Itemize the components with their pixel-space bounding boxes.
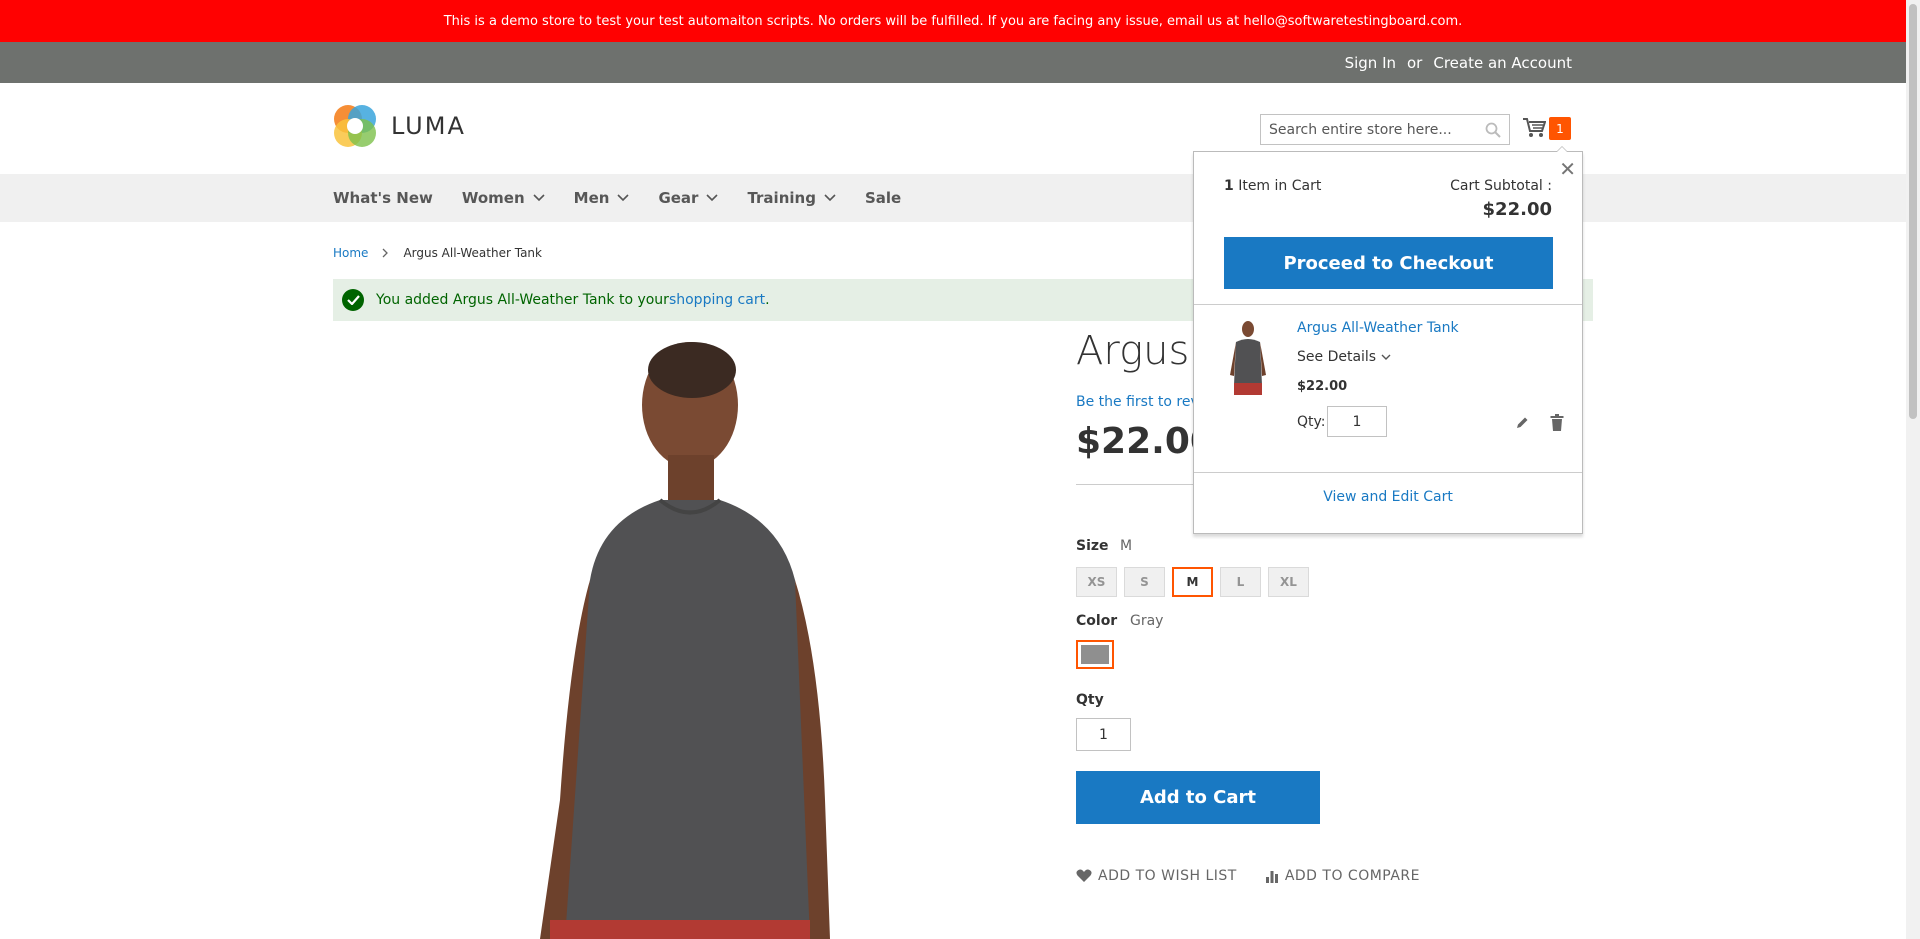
size-selected-value: M: [1120, 538, 1133, 554]
minicart-item-price: $22.00: [1297, 379, 1348, 394]
size-option-xs[interactable]: XS: [1076, 567, 1117, 597]
logo-text: LUMA: [391, 112, 466, 140]
main-nav: What's New Women Men Gear Training Sale: [0, 174, 1906, 222]
or-text: or: [1407, 54, 1423, 72]
heart-icon: [1076, 869, 1092, 882]
divider: [1194, 472, 1582, 473]
nav-item-training[interactable]: Training: [747, 189, 836, 207]
product-image[interactable]: [520, 330, 920, 939]
nav-item-label: Gear: [658, 189, 699, 207]
size-option-xl[interactable]: XL: [1268, 567, 1309, 597]
minicart-item-name[interactable]: Argus All-Weather Tank: [1297, 320, 1459, 336]
qty-input[interactable]: 1: [1076, 718, 1131, 751]
search-input[interactable]: Search entire store here...: [1260, 114, 1510, 145]
color-label: Color: [1076, 613, 1118, 629]
nav-item-label: Sale: [864, 189, 902, 207]
minicart-dropdown: ✕ 1 Item in Cart Cart Subtotal : $22.00 …: [1193, 146, 1583, 534]
nav-item-women[interactable]: Women: [462, 189, 545, 207]
chevron-down-icon: [706, 194, 719, 202]
view-and-edit-cart-link[interactable]: View and Edit Cart: [1194, 489, 1582, 505]
minicart-count-suffix: Item in Cart: [1233, 178, 1322, 194]
breadcrumb-home[interactable]: Home: [333, 246, 368, 260]
chevron-down-icon: [1381, 354, 1391, 360]
add-to-cart-button[interactable]: Add to Cart: [1076, 771, 1320, 824]
scrollbar-thumb[interactable]: [1909, 4, 1917, 419]
nav-item-label: What's New: [333, 189, 433, 207]
size-option-l[interactable]: L: [1220, 567, 1261, 597]
minicart-qty-label: Qty:: [1297, 414, 1326, 430]
size-options: XS S M L XL: [1076, 567, 1309, 597]
nav-item-whats-new[interactable]: What's New: [333, 189, 433, 207]
close-icon[interactable]: ✕: [1559, 157, 1576, 181]
swatch-fill: [1081, 645, 1109, 664]
wishlist-label: ADD TO WISH LIST: [1098, 868, 1237, 884]
pencil-icon[interactable]: [1515, 416, 1529, 430]
message-suffix: .: [765, 292, 770, 308]
chevron-right-icon: [382, 248, 389, 258]
breadcrumb-current: Argus All-Weather Tank: [403, 246, 542, 260]
shopping-cart-link[interactable]: shopping cart: [669, 292, 765, 308]
minicart-count-number: 1: [1224, 178, 1234, 194]
create-account-link[interactable]: Create an Account: [1433, 54, 1572, 72]
nav-item-label: Training: [747, 189, 816, 207]
chevron-down-icon: [824, 194, 836, 202]
compare-icon: [1265, 871, 1278, 883]
nav-item-men[interactable]: Men: [574, 189, 630, 207]
size-option-m[interactable]: M: [1172, 567, 1213, 597]
cart-icon[interactable]: [1522, 117, 1546, 139]
panel-header: Sign In or Create an Account: [0, 42, 1906, 83]
minicart-qty-input[interactable]: 1: [1327, 406, 1387, 437]
demo-notice-bar: This is a demo store to test your test a…: [0, 0, 1906, 42]
review-link[interactable]: Be the first to revi: [1076, 394, 1203, 410]
compare-label: ADD TO COMPARE: [1284, 868, 1420, 884]
size-label: Size: [1076, 538, 1109, 554]
minicart-subtotal-label: Cart Subtotal :: [1450, 178, 1552, 194]
minicart-item-count: 1 Item in Cart: [1224, 178, 1321, 194]
nav-item-label: Men: [573, 189, 610, 207]
search-icon[interactable]: [1485, 122, 1501, 138]
cart-count-badge[interactable]: 1: [1549, 117, 1571, 140]
page-scrollbar[interactable]: [1906, 0, 1920, 939]
color-selected-value: Gray: [1130, 613, 1164, 629]
trash-icon[interactable]: [1550, 414, 1564, 431]
divider: [1194, 304, 1582, 305]
qty-label: Qty: [1076, 692, 1104, 708]
search-placeholder: Search entire store here...: [1269, 121, 1452, 138]
size-option-s[interactable]: S: [1124, 567, 1165, 597]
check-icon: [342, 289, 364, 311]
see-details-toggle[interactable]: See Details: [1297, 349, 1391, 365]
message-prefix: You added Argus All-Weather Tank to your: [376, 292, 669, 308]
proceed-to-checkout-button[interactable]: Proceed to Checkout: [1224, 237, 1553, 289]
add-to-wishlist-link[interactable]: ADD TO WISH LIST: [1076, 868, 1237, 884]
nav-item-gear[interactable]: Gear: [658, 189, 719, 207]
luma-logo-icon: [334, 105, 376, 147]
breadcrumb: Home Argus All-Weather Tank: [333, 246, 542, 260]
nav-item-label: Women: [461, 189, 525, 207]
header-links: Sign In or Create an Account: [1345, 54, 1572, 72]
nav-item-sale[interactable]: Sale: [865, 189, 901, 207]
product-actions: ADD TO WISH LIST ADD TO COMPARE: [1076, 868, 1420, 884]
luma-logo[interactable]: LUMA: [333, 104, 466, 148]
minicart-item-thumbnail[interactable]: [1224, 320, 1274, 400]
add-to-compare-link[interactable]: ADD TO COMPARE: [1265, 868, 1420, 884]
see-details-label: See Details: [1297, 349, 1377, 365]
color-swatch-gray[interactable]: [1076, 640, 1114, 669]
demo-notice-text: This is a demo store to test your test a…: [443, 13, 1463, 29]
minicart-subtotal-value: $22.00: [1482, 199, 1552, 220]
chevron-down-icon: [617, 194, 630, 202]
chevron-down-icon: [533, 194, 545, 202]
sign-in-link[interactable]: Sign In: [1345, 54, 1396, 72]
